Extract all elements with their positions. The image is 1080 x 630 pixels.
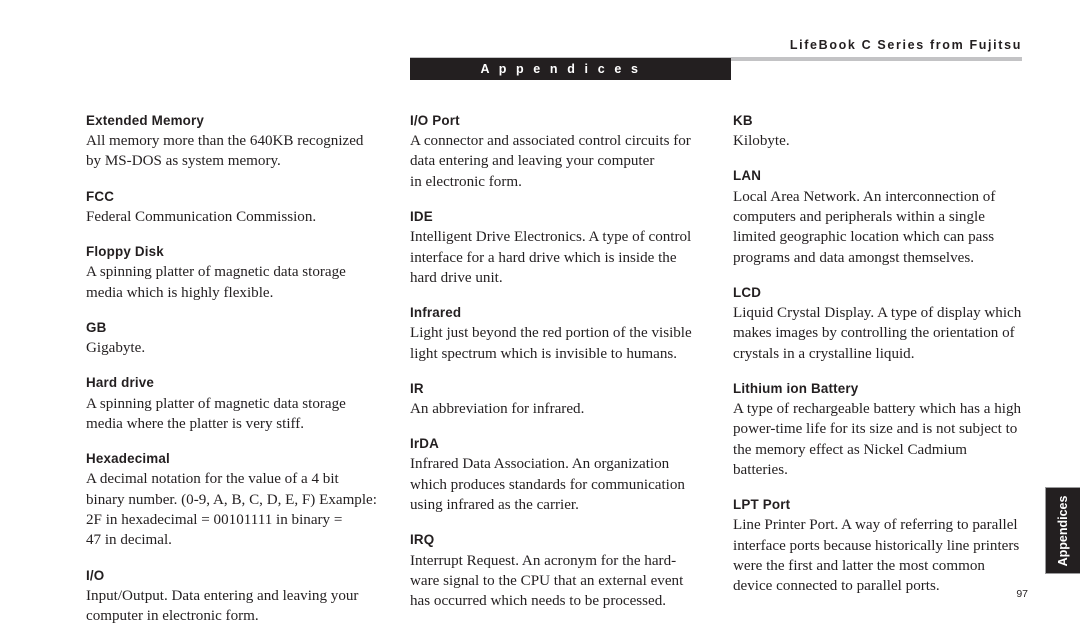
glossary-term: Hard drive bbox=[86, 375, 155, 391]
glossary-entry: KB Kilobyte. bbox=[733, 112, 1025, 151]
glossary-entry: I/O Port A connector and associated contr… bbox=[410, 112, 702, 192]
glossary-term: I/O bbox=[86, 567, 105, 583]
glossary-definition: Liquid Crystal Display. A type of displa… bbox=[733, 304, 1022, 362]
glossary-term: Floppy Disk bbox=[86, 244, 164, 260]
glossary-entry: IDE Intelligent Drive Electronics. A type… bbox=[410, 208, 702, 288]
glossary-entry: LAN Local Area Network. An interconnectio… bbox=[733, 167, 1025, 267]
glossary-definition: Federal Communication Commission. bbox=[86, 208, 317, 225]
glossary-term: LCD bbox=[733, 284, 762, 300]
glossary-term: IDE bbox=[410, 209, 433, 225]
glossary-term: LAN bbox=[733, 168, 762, 184]
glossary-entry: Hexadecimal A decimal notation for the va… bbox=[86, 450, 378, 550]
glossary-term: IrDA bbox=[410, 436, 439, 452]
glossary-term: Hexadecimal bbox=[86, 451, 170, 467]
glossary-term: FCC bbox=[86, 188, 115, 204]
page-header: LifeBook C Series from Fujitsu A p p e n… bbox=[0, 0, 1080, 90]
glossary-entry: GB Gigabyte. bbox=[86, 319, 378, 358]
glossary-term: IRQ bbox=[410, 532, 435, 548]
glossary-definition: Line Printer Port. A way of referring to… bbox=[733, 517, 1020, 595]
glossary-term: IR bbox=[410, 380, 424, 396]
glossary-entry: IRQ Interrupt Request. An acronym for the… bbox=[410, 531, 702, 611]
glossary-definition: Intelligent Drive Electronics. A type of… bbox=[410, 229, 692, 286]
glossary-columns: Extended Memory All memory more than the … bbox=[0, 112, 1080, 624]
glossary-entry: Hard drive A spinning platter of magnetic… bbox=[86, 374, 378, 434]
glossary-definition: A decimal notation for the value of a 4 … bbox=[86, 471, 377, 549]
glossary-definition: Interrupt Request. An acronym for the ha… bbox=[410, 552, 684, 610]
glossary-term: GB bbox=[86, 319, 107, 335]
section-title-bar: A p p e n d i c e s bbox=[410, 58, 731, 80]
glossary-column-middle: I/O Port A connector and associated contr… bbox=[410, 112, 702, 611]
glossary-entry: IR An abbreviation for infrared. bbox=[410, 380, 702, 419]
glossary-column-left: Extended Memory All memory more than the … bbox=[86, 112, 378, 626]
glossary-term: Infrared bbox=[410, 305, 462, 321]
glossary-definition: Infrared Data Association. An organizati… bbox=[410, 456, 685, 514]
glossary-definition: Light just beyond the red portion of the… bbox=[410, 325, 692, 362]
glossary-entry: LCD Liquid Crystal Display. A type of dis… bbox=[733, 284, 1025, 364]
glossary-column-right: KB Kilobyte. LAN Local Area Network. An int… bbox=[733, 112, 1025, 597]
glossary-definition: Local Area Network. An interconnection o… bbox=[733, 188, 996, 266]
side-thumb-tab-label: Appendices bbox=[1056, 495, 1070, 566]
glossary-term: I/O Port bbox=[410, 113, 460, 128]
running-head-title: LifeBook C Series from Fujitsu bbox=[789, 38, 1022, 52]
glossary-definition: An abbreviation for infrared. bbox=[410, 401, 585, 417]
glossary-entry: Infrared Light just beyond the red portio… bbox=[410, 304, 702, 364]
glossary-term: Extended Memory bbox=[86, 113, 205, 128]
glossary-term: Lithium ion Battery bbox=[733, 380, 859, 396]
page-number: 97 bbox=[1016, 588, 1028, 600]
glossary-entry: IrDA Infrared Data Association. An organi… bbox=[410, 435, 702, 515]
glossary-definition: A spinning platter of magnetic data stor… bbox=[86, 264, 346, 301]
glossary-entry: Lithium ion Battery A type of rechargeabl… bbox=[733, 380, 1025, 480]
glossary-definition: A spinning platter of magnetic data stor… bbox=[86, 395, 346, 432]
glossary-entry: LPT Port Line Printer Port. A way of refe… bbox=[733, 496, 1025, 596]
glossary-term: LPT Port bbox=[733, 497, 791, 513]
glossary-definition: All memory more than the 640KB recognize… bbox=[86, 133, 364, 170]
glossary-definition: Gigabyte. bbox=[86, 340, 146, 357]
glossary-entry: FCC Federal Communication Commission. bbox=[86, 188, 378, 227]
glossary-definition: A connector and associated control circu… bbox=[410, 133, 691, 190]
glossary-entry: Floppy Disk A spinning platter of magneti… bbox=[86, 243, 378, 303]
glossary-entry: I/O Input/Output. Data entering and leavi… bbox=[86, 567, 378, 627]
section-title-label: A p p e n d i c e s bbox=[480, 62, 641, 76]
glossary-definition: A type of rechargeable battery which has… bbox=[733, 401, 1022, 478]
glossary-term: KB bbox=[733, 113, 753, 128]
glossary-entry: Extended Memory All memory more than the … bbox=[86, 112, 378, 172]
glossary-definition: Input/Output. Data entering and leaving … bbox=[86, 587, 359, 624]
glossary-definition: Kilobyte. bbox=[733, 133, 790, 150]
side-thumb-tab: Appendices bbox=[1045, 487, 1080, 574]
